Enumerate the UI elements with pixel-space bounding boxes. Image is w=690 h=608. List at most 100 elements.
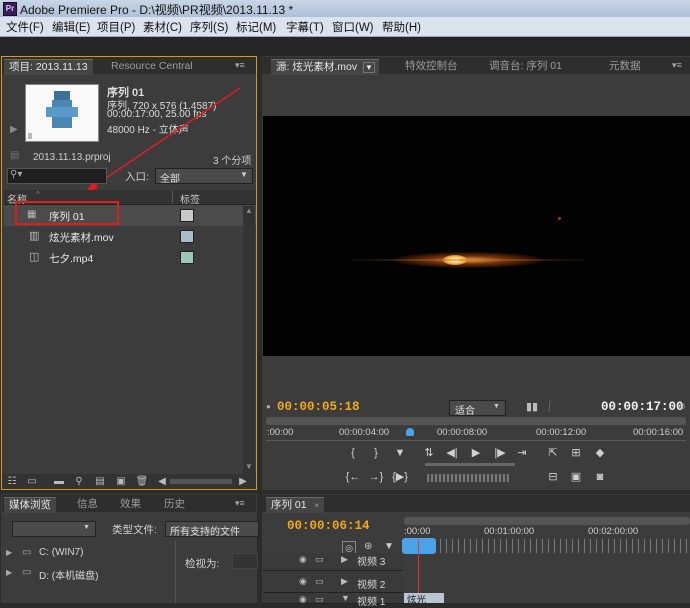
panel-menu-icon[interactable]: ▾≡ [672, 60, 682, 71]
zoom-slider[interactable] [170, 479, 232, 484]
collapse-icon[interactable]: ▼ [341, 593, 350, 603]
tab-info[interactable]: 信息 [72, 497, 103, 512]
shuttle-icon[interactable]: ⇥ [514, 446, 530, 460]
drive-item[interactable]: ▶ ▭ D: (本机磁盘) [0, 562, 180, 582]
eye-icon[interactable]: ◉ [299, 576, 307, 587]
jog-wheel[interactable] [427, 474, 509, 482]
eye-icon[interactable]: ◉ [299, 554, 307, 565]
scroll-left-icon[interactable]: ◀ [155, 476, 169, 488]
source-time-ruler[interactable]: :00:00 00:00:04:00 00:00:08:00 00:00:12:… [263, 427, 690, 439]
tab-effects[interactable]: 效果 [115, 497, 146, 512]
icon-view-icon[interactable]: ▭ [25, 476, 39, 488]
scroll-down-icon[interactable]: ▼ [245, 462, 253, 471]
source-current-timecode[interactable]: 00:00:05:18 [277, 400, 360, 414]
label-swatch[interactable] [180, 209, 194, 222]
timeline-tabstrip: 序列 01 × [262, 495, 690, 513]
column-label[interactable]: 标签 [180, 191, 200, 206]
timeline-ruler[interactable]: :00:00 00:01:00:00 00:02:00:00 [404, 526, 690, 538]
go-to-in-icon[interactable]: {← [345, 470, 361, 484]
tab-effect-controls[interactable]: 特效控制台 [400, 59, 463, 74]
expand-icon[interactable]: ▶ [6, 568, 12, 577]
marker-icon[interactable]: ▼ [384, 541, 394, 552]
lock-icon[interactable]: ▭ [315, 594, 324, 605]
expand-icon[interactable]: ▶ [341, 576, 348, 587]
automate-icon[interactable]: ▬ [52, 476, 66, 488]
expand-icon[interactable]: ▶ [6, 548, 12, 557]
play-in-to-out-icon[interactable]: {▶} [392, 470, 408, 484]
drag-video-icon[interactable]: ▮▮ [526, 400, 538, 413]
fit-dropdown[interactable]: 适合 ▼ [449, 400, 506, 417]
timeline-clip[interactable]: 炫光 [404, 593, 444, 603]
link-icon[interactable]: ⊛ [364, 541, 372, 552]
expand-icon[interactable]: ▶ [341, 554, 348, 565]
file-type-dropdown[interactable]: 所有支持的文件 [165, 521, 259, 538]
panel-menu-icon[interactable]: ▾≡ [235, 498, 245, 509]
close-icon[interactable]: × [315, 501, 320, 510]
drive-item[interactable]: ▶ ▭ C: (WIN7) [0, 542, 180, 562]
list-item[interactable]: ◫ 七夕.mp4 [4, 247, 256, 268]
shuttle-slider[interactable] [425, 463, 515, 466]
timeline-timecode[interactable]: 00:00:06:14 [287, 519, 370, 533]
track-header[interactable]: ◉ ▭ ▶ 视频 3 [263, 553, 403, 571]
view-as-dropdown[interactable] [232, 553, 258, 569]
marker-icon[interactable]: ▼ [392, 446, 408, 460]
scroll-right-icon[interactable]: ▶ [236, 476, 250, 488]
insert-icon[interactable]: ⇱ [545, 446, 561, 460]
film-icon: ▥ [29, 230, 40, 242]
scroll-up-icon[interactable]: ▲ [245, 206, 253, 215]
overlay-icon[interactable]: ⊟ [545, 470, 561, 484]
safe-margins-icon[interactable]: ⊞ [568, 446, 584, 460]
search-input[interactable]: ⚲▾ [7, 168, 107, 184]
location-dropdown[interactable]: ▼ [12, 521, 96, 537]
export-frame-icon[interactable]: ▣ [568, 470, 584, 484]
tab-media-browser[interactable]: 媒体浏览 [4, 497, 56, 513]
track-header[interactable]: ◉ ▭ ▶ 视频 2 [263, 572, 403, 593]
track-header[interactable]: ◉ ▭ ▼ 视频 1 [263, 593, 403, 608]
go-to-out-icon[interactable]: →} [368, 470, 384, 484]
menu-project[interactable]: 项目(P) [97, 19, 135, 35]
entry-dropdown[interactable]: 全部 ▼ [155, 168, 253, 185]
output-icon[interactable]: ◆ [592, 446, 608, 460]
source-zoom-bar[interactable] [266, 417, 686, 425]
mark-out-icon[interactable]: } [368, 446, 384, 460]
tab-history[interactable]: 历史 [159, 497, 190, 512]
step-back-icon[interactable]: ◀| [444, 446, 460, 460]
menu-file[interactable]: 文件(F) [6, 19, 44, 35]
settings-icon[interactable]: ⊙ [678, 401, 686, 412]
jog-icon[interactable]: ⇅ [421, 446, 437, 460]
source-playhead[interactable] [406, 428, 415, 436]
play-button[interactable]: ▶ [468, 446, 484, 460]
ruler-label: 00:00:16:00 [633, 427, 684, 438]
menu-sequence[interactable]: 序列(S) [190, 19, 228, 35]
delete-icon[interactable]: 🗑 [135, 476, 149, 488]
chevron-down-icon[interactable]: ▼ [363, 62, 375, 73]
new-bin-icon[interactable]: ▤ [93, 476, 107, 488]
project-scrollbar[interactable]: ▲ ▼ [243, 206, 255, 474]
menu-title[interactable]: 字幕(T) [286, 19, 324, 35]
new-item-icon[interactable]: ▣ [114, 476, 128, 488]
list-view-icon[interactable]: ☷ [5, 476, 19, 488]
mark-in-icon[interactable]: { [345, 446, 361, 460]
tab-audio-mixer[interactable]: 调音台: 序列 01 [484, 59, 567, 74]
eye-icon[interactable]: ◉ [299, 594, 307, 605]
tab-metadata[interactable]: 元数据 [604, 59, 646, 74]
lock-icon[interactable]: ▭ [315, 576, 324, 587]
menu-window[interactable]: 窗口(W) [332, 19, 374, 35]
camera-icon[interactable]: ◙ [592, 470, 608, 484]
menu-help[interactable]: 帮助(H) [382, 19, 421, 35]
label-swatch[interactable] [180, 230, 194, 243]
timeline-playhead[interactable] [402, 538, 436, 554]
tab-source[interactable]: 源: 炫光素材.mov ▼ [271, 59, 379, 75]
menu-marker[interactable]: 标记(M) [236, 19, 276, 35]
find-icon[interactable]: ⚲ [72, 476, 86, 488]
menu-clip[interactable]: 素材(C) [143, 19, 182, 35]
video-preview[interactable] [263, 116, 690, 356]
list-item[interactable]: ▥ 炫光素材.mov [4, 226, 256, 247]
timeline-zoom-bar[interactable] [404, 517, 690, 525]
tab-sequence[interactable]: 序列 01 × [266, 497, 325, 513]
step-forward-icon[interactable]: |▶ [492, 446, 508, 460]
menu-edit[interactable]: 编辑(E) [52, 19, 90, 35]
lock-icon[interactable]: ▭ [315, 554, 324, 565]
label-swatch[interactable] [180, 251, 194, 264]
drag-audio-icon[interactable]: ∫ [548, 400, 551, 412]
